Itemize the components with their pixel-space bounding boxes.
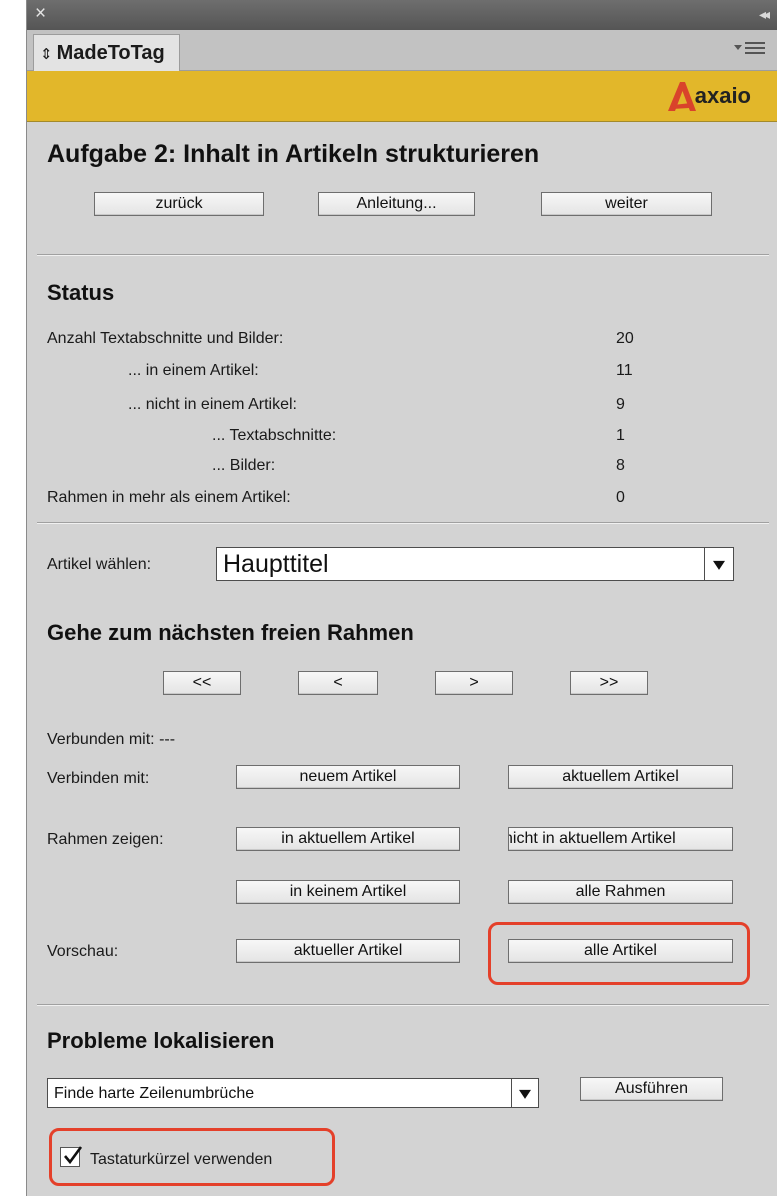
article-select-label: Artikel wählen: [47,556,152,573]
run-button[interactable]: Ausführen [580,1077,723,1101]
show-in-no-article-button[interactable]: in keinem Artikel [236,880,460,904]
guide-button[interactable]: Anleitung... [318,192,475,216]
previous-frame-button[interactable]: < [298,671,378,695]
divider [37,254,769,256]
back-button[interactable]: zurück [94,192,264,216]
next-button[interactable]: weiter [541,192,712,216]
tab-madetotag[interactable]: ⇕ MadeToTag [33,34,180,71]
status-label-text-sections: ... Textabschnitte: [212,427,337,444]
article-select-value: Haupttitel [223,550,329,578]
task-title: Aufgabe 2: Inhalt in Artikeln strukturie… [47,140,540,168]
status-value-multi-article: 0 [616,489,625,506]
navigation-heading: Gehe zum nächsten freien Rahmen [47,620,414,645]
chevron-down-icon[interactable] [511,1079,538,1107]
status-value-images: 8 [616,457,625,474]
last-frame-button[interactable]: >> [570,671,648,695]
highlight-frame [488,922,750,985]
tab-label: MadeToTag [56,42,165,64]
next-frame-button[interactable]: > [435,671,513,695]
status-label-in-article: ... in einem Artikel: [128,362,259,379]
status-label-not-in-article: ... nicht in einem Artikel: [128,396,297,413]
divider [37,522,769,524]
close-icon[interactable]: × [35,4,46,24]
status-value-text-sections: 1 [616,427,625,444]
connect-with-label: Verbinden mit: [47,770,150,787]
madetotag-panel: × ◂◂ ⇕ MadeToTag axaio Aufgabe 2: Inhalt … [26,0,777,1196]
preview-current-article-button[interactable]: aktueller Artikel [236,939,460,963]
show-all-frames-button[interactable]: alle Rahmen [508,880,733,904]
show-in-current-article-button[interactable]: in aktuellem Artikel [236,827,460,851]
axaio-logo: axaio [665,79,751,113]
status-label-total: Anzahl Textabschnitte und Bilder: [47,330,284,347]
status-value-total: 20 [616,330,634,347]
status-label-multi-article: Rahmen in mehr als einem Artikel: [47,489,291,506]
first-frame-button[interactable]: << [163,671,241,695]
panel-tab-row: ⇕ MadeToTag [27,30,777,71]
problems-heading: Probleme lokalisieren [47,1028,275,1053]
connect-current-article-button[interactable]: aktuellem Artikel [508,765,733,789]
status-label-images: ... Bilder: [212,457,276,474]
chevron-down-icon[interactable] [704,548,733,580]
article-select[interactable]: Haupttitel [216,547,734,581]
stepper-arrows-icon: ⇕ [40,46,53,63]
axaio-a-icon [667,82,696,111]
brand-name: axaio [694,83,751,108]
brand-banner: axaio [27,71,777,122]
collapse-panel-icon[interactable]: ◂◂ [759,6,770,23]
connected-with-text: Verbunden mit: --- [47,731,176,748]
panel-menu-icon[interactable] [734,39,765,59]
problem-check-select[interactable]: Finde harte Zeilenumbrüche [47,1078,539,1108]
preview-label: Vorschau: [47,943,119,960]
connect-new-article-button[interactable]: neuem Artikel [236,765,460,789]
show-frames-label: Rahmen zeigen: [47,831,164,848]
panel-titlebar: × ◂◂ [27,0,777,31]
status-value-not-in-article: 9 [616,396,625,413]
problem-check-value: Finde harte Zeilenumbrüche [54,1085,255,1102]
status-value-in-article: 11 [616,362,633,379]
show-not-in-current-article-button[interactable]: nicht in aktuellem Artikel [508,827,733,851]
divider [37,1004,769,1006]
highlight-frame [49,1128,335,1186]
status-heading: Status [47,280,115,305]
